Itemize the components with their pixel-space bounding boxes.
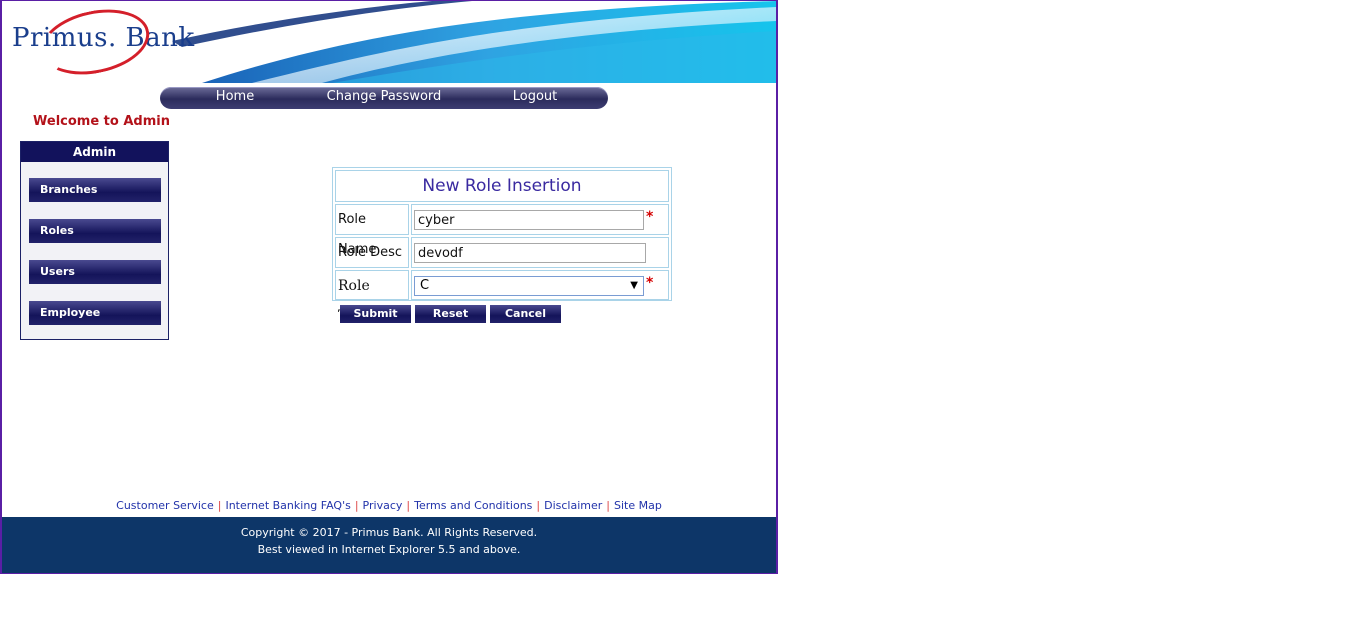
form-title: New Role Insertion bbox=[422, 176, 582, 196]
admin-sidebar: Admin Branches Roles Users Employee bbox=[20, 141, 169, 340]
footer-link-customer-service[interactable]: Customer Service bbox=[116, 499, 214, 512]
nav-home[interactable]: Home bbox=[206, 89, 264, 104]
sidebar-header: Admin bbox=[21, 142, 168, 162]
page-footer: Copyright © 2017 - Primus Bank. All Righ… bbox=[2, 517, 776, 573]
page-frame: Primus. Bank Home Change Password Logout… bbox=[0, 0, 778, 574]
sidebar-item-branches[interactable]: Branches bbox=[29, 178, 161, 202]
nav-logout[interactable]: Logout bbox=[500, 89, 570, 104]
role-desc-input-cell bbox=[411, 237, 669, 268]
reset-button[interactable]: Reset bbox=[415, 305, 486, 323]
footer-link-site-map[interactable]: Site Map bbox=[614, 499, 662, 512]
sidebar-item-employee[interactable]: Employee bbox=[29, 301, 161, 325]
footer-separator: | bbox=[536, 499, 541, 512]
bank-logo: Primus. Bank bbox=[12, 1, 195, 83]
footer-link-faq[interactable]: Internet Banking FAQ's bbox=[225, 499, 350, 512]
footer-link-disclaimer[interactable]: Disclaimer bbox=[544, 499, 602, 512]
footer-separator: | bbox=[354, 499, 359, 512]
submit-button[interactable]: Submit bbox=[340, 305, 411, 323]
role-type-label-cell: Role Type bbox=[335, 270, 409, 324]
footer-separator: | bbox=[217, 499, 222, 512]
role-desc-input[interactable] bbox=[414, 243, 646, 263]
nav-change-password[interactable]: Change Password bbox=[322, 89, 446, 104]
role-type-select-cell: C ▼ * bbox=[411, 270, 669, 300]
role-name-input-cell: * bbox=[411, 204, 669, 235]
footer-link-terms[interactable]: Terms and Conditions bbox=[414, 499, 532, 512]
sidebar-item-roles[interactable]: Roles bbox=[29, 219, 161, 243]
role-name-input[interactable] bbox=[414, 210, 644, 230]
footer-link-privacy[interactable]: Privacy bbox=[363, 499, 403, 512]
form-title-cell: New Role Insertion bbox=[335, 170, 669, 202]
footer-separator: | bbox=[406, 499, 411, 512]
role-type-select[interactable]: C ▼ bbox=[414, 276, 644, 296]
role-desc-label-cell: Role Desc bbox=[335, 237, 409, 268]
cancel-button[interactable]: Cancel bbox=[490, 305, 561, 323]
copyright-text: Copyright © 2017 - Primus Bank. All Righ… bbox=[240, 526, 538, 539]
required-mark: * bbox=[646, 209, 654, 225]
role-name-label-cell: Role Name bbox=[335, 204, 409, 257]
role-type-selected-value: C bbox=[420, 278, 430, 293]
sidebar-item-users[interactable]: Users bbox=[29, 260, 161, 284]
required-mark: * bbox=[646, 275, 654, 291]
welcome-message: Welcome to Admin bbox=[33, 114, 170, 129]
browser-note: Best viewed in Internet Explorer 5.5 and… bbox=[257, 543, 521, 556]
role-desc-label: Role Desc bbox=[338, 245, 403, 260]
role-insertion-form: New Role Insertion Role Name * Role Desc… bbox=[332, 167, 672, 324]
dropdown-arrow-icon: ▼ bbox=[630, 280, 638, 291]
header-banner: Primus. Bank bbox=[2, 1, 776, 83]
top-nav-bar: Home Change Password Logout bbox=[160, 87, 608, 109]
footer-separator: | bbox=[606, 499, 611, 512]
footer-links: Customer Service | Internet Banking FAQ's |… bbox=[2, 499, 776, 512]
